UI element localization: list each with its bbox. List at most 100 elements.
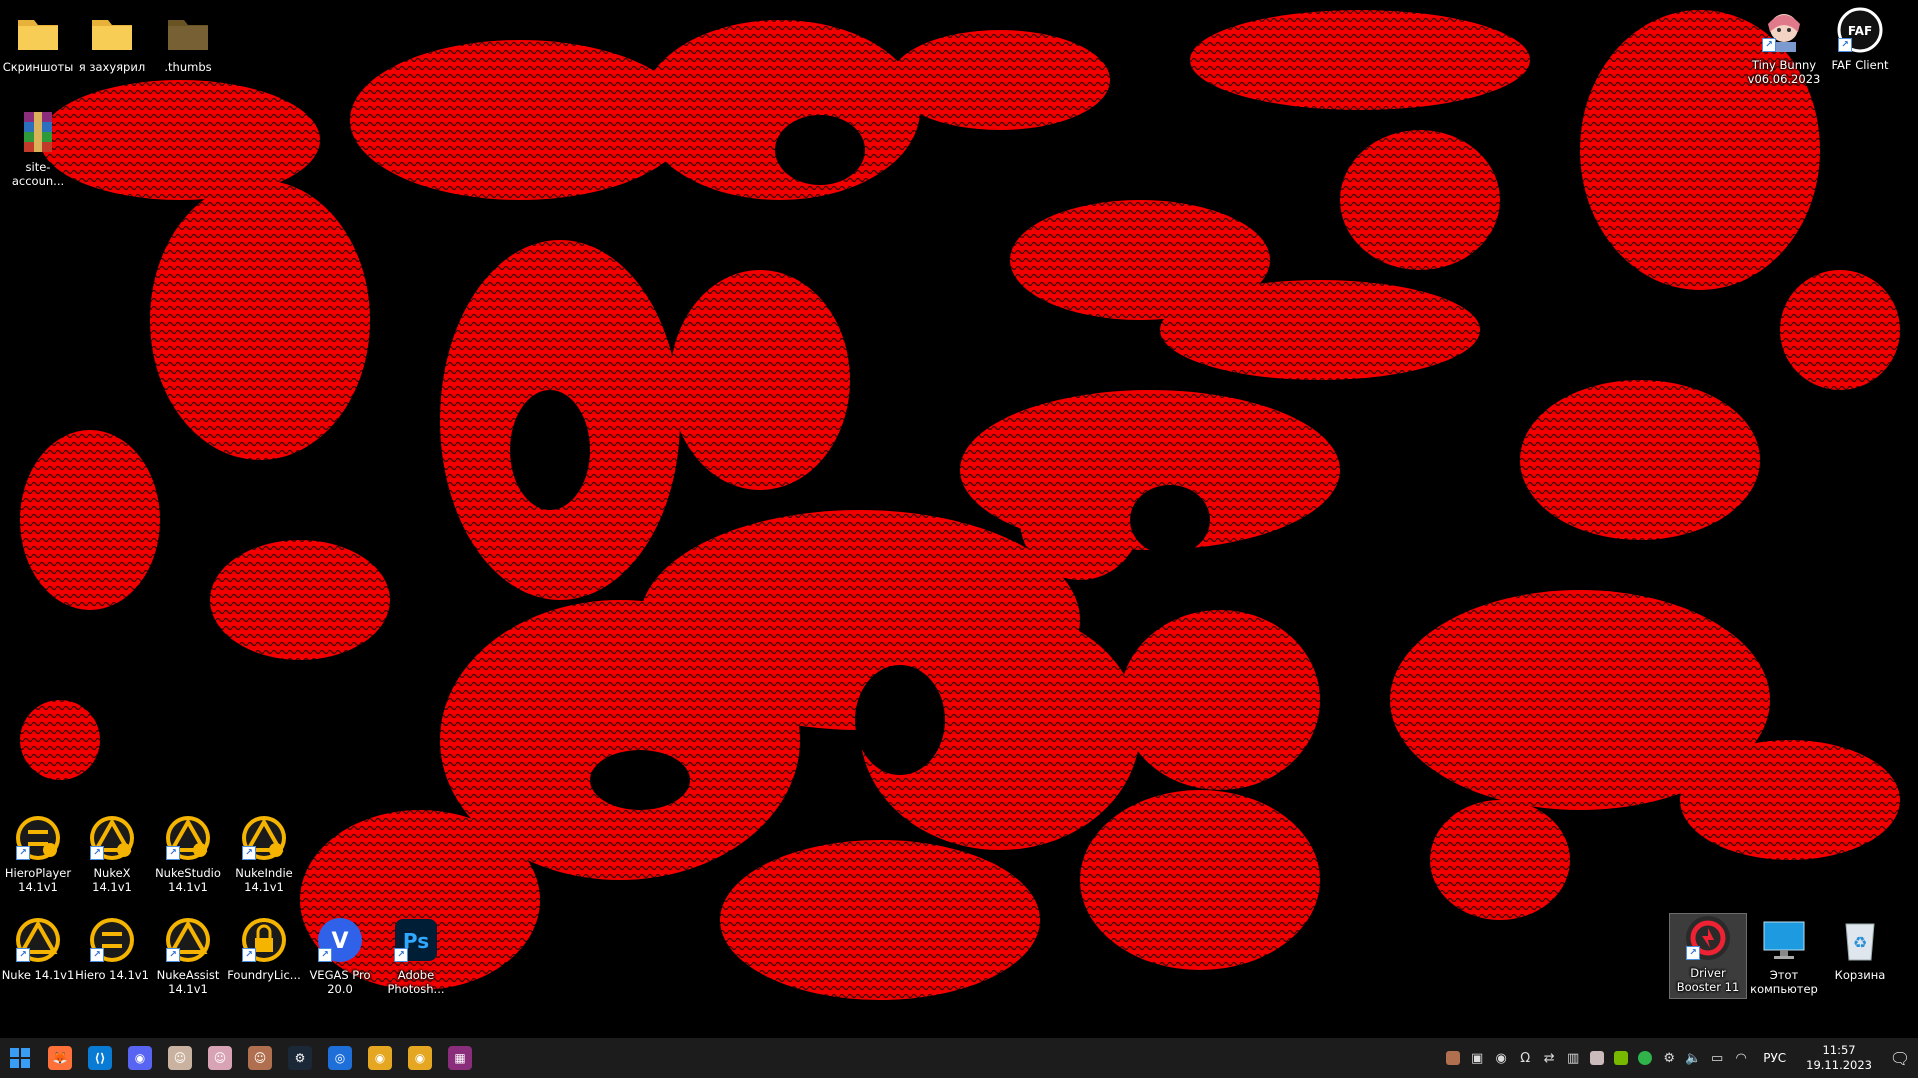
shortcut-arrow-icon: ↗ <box>1762 38 1776 52</box>
tray-app-icon[interactable] <box>1585 1038 1609 1078</box>
shortcut-nukex[interactable]: ↗ NukeX 14.1v1 <box>74 814 150 894</box>
nukex-icon: ↗ <box>88 814 136 862</box>
shortcut-vegas-pro[interactable]: V ↗ VEGAS Pro 20.0 <box>302 916 378 996</box>
shortcut-photoshop[interactable]: Ps ↗ Adobe Photosh... <box>378 916 454 996</box>
language-indicator[interactable]: РУС <box>1753 1051 1796 1065</box>
taskbar-app-app-avatar-1[interactable]: ☺ <box>160 1038 200 1078</box>
shortcut-arrow-icon: ↗ <box>166 948 180 962</box>
folder-screenshots[interactable]: Скриншоты <box>0 8 76 74</box>
taskbar-app-chrome[interactable]: ◉ <box>360 1038 400 1078</box>
icon-label: Driver Booster 11 <box>1676 966 1740 994</box>
steam-icon: ⚙ <box>288 1046 312 1070</box>
tray-steam-icon[interactable]: ⚙ <box>1657 1038 1681 1078</box>
icon-label: Этот компьютер <box>1750 968 1818 996</box>
taskbar-app-capture[interactable]: ◎ <box>320 1038 360 1078</box>
recycle-bin[interactable]: ♻ Корзина <box>1822 916 1898 982</box>
icon-label: NukeAssist 14.1v1 <box>156 968 220 996</box>
notification-center-icon[interactable]: 🗨 <box>1882 1038 1918 1078</box>
shortcut-arrow-icon: ↗ <box>242 948 256 962</box>
folder-icon <box>88 8 136 56</box>
app-avatar-2-icon: ☺ <box>208 1046 232 1070</box>
icon-label: NukeStudio 14.1v1 <box>155 866 221 894</box>
tray-xbox-icon[interactable] <box>1633 1038 1657 1078</box>
icon-label: Nuke 14.1v1 <box>1 968 75 982</box>
shortcut-arrow-icon: ↗ <box>16 948 30 962</box>
folder-zahuyaril[interactable]: я захуярил <box>74 8 150 74</box>
photoshop-icon: Ps ↗ <box>392 916 440 964</box>
taskbar-app-discord[interactable]: ◉ <box>120 1038 160 1078</box>
icon-label: FoundryLic... <box>227 968 301 982</box>
shortcut-hiero[interactable]: ↗ Hiero 14.1v1 <box>74 916 150 982</box>
battery-icon[interactable]: ▭ <box>1705 1038 1729 1078</box>
clock-time: 11:57 <box>1822 1043 1856 1057</box>
icon-label: FAF Client <box>1831 58 1889 72</box>
tray-avatar-icon[interactable] <box>1441 1038 1465 1078</box>
app-avatar-1-icon: ☺ <box>168 1046 192 1070</box>
hiero-icon: ↗ <box>88 916 136 964</box>
taskbar-app-app-avatar-2[interactable]: ☺ <box>200 1038 240 1078</box>
folder-icon <box>14 8 62 56</box>
hieroplayer-icon: ↗ <box>14 814 62 862</box>
shortcut-arrow-icon: ↗ <box>90 948 104 962</box>
taskbar-app-chrome-2[interactable]: ◉ <box>400 1038 440 1078</box>
this-pc[interactable]: Этот компьютер <box>1746 916 1822 996</box>
chrome-icon: ◉ <box>368 1046 392 1070</box>
tray-audio-mixer-icon[interactable]: ▥ <box>1561 1038 1585 1078</box>
shortcut-nukeindie[interactable]: ↗ NukeIndie 14.1v1 <box>226 814 302 894</box>
taskbar-app-firefox[interactable]: 🦊 <box>40 1038 80 1078</box>
tray-discord-icon[interactable]: ◉ <box>1489 1038 1513 1078</box>
shortcut-tiny-bunny[interactable]: ↗ Tiny Bunny v06.06.2023 <box>1746 6 1822 86</box>
capture-icon: ◎ <box>328 1046 352 1070</box>
svg-text:♻: ♻ <box>1853 933 1867 952</box>
vscode-icon: ⟨⟩ <box>88 1046 112 1070</box>
shortcut-nuke[interactable]: ↗ Nuke 14.1v1 <box>0 916 76 982</box>
icon-label: NukeX 14.1v1 <box>92 866 132 894</box>
icon-label: Adobe Photosh... <box>387 968 445 996</box>
tray-n-icon[interactable]: Ω <box>1513 1038 1537 1078</box>
shortcut-faf-client[interactable]: FAF ↗ FAF Client <box>1822 6 1898 72</box>
taskbar-app-vscode[interactable]: ⟨⟩ <box>80 1038 120 1078</box>
clock-date: 19.11.2023 <box>1806 1058 1872 1072</box>
winrar-icon: ▦ <box>448 1046 472 1070</box>
firefox-icon: 🦊 <box>48 1046 72 1070</box>
shortcut-driver-booster[interactable]: ↗ Driver Booster 11 <box>1669 913 1747 999</box>
chrome-2-icon: ◉ <box>408 1046 432 1070</box>
vegas-icon: V ↗ <box>316 916 364 964</box>
wifi-icon[interactable]: ◠ <box>1729 1038 1753 1078</box>
tray-capture-icon[interactable]: ▣ <box>1465 1038 1489 1078</box>
taskbar-app-steam[interactable]: ⚙ <box>280 1038 320 1078</box>
folder-thumbs[interactable]: .thumbs <box>150 8 226 74</box>
nuke-icon: ↗ <box>14 916 62 964</box>
clock[interactable]: 11:57 19.11.2023 <box>1796 1043 1882 1073</box>
shortcut-foundry-licensing[interactable]: ↗ FoundryLic... <box>226 916 302 982</box>
faf-logo-icon: FAF ↗ <box>1836 6 1884 54</box>
shortcut-arrow-icon: ↗ <box>1838 38 1852 52</box>
icon-label: Hiero 14.1v1 <box>75 968 149 982</box>
icon-label: VEGAS Pro 20.0 <box>309 968 371 996</box>
taskbar-app-app-avatar-3[interactable]: ☺ <box>240 1038 280 1078</box>
shortcut-hieroplayer[interactable]: ↗ HieroPlayer 14.1v1 <box>0 814 76 894</box>
shortcut-nukestudio[interactable]: ↗ NukeStudio 14.1v1 <box>150 814 226 894</box>
app-avatar-3-icon: ☺ <box>248 1046 272 1070</box>
driver-booster-icon: ↗ <box>1684 914 1732 962</box>
nukeassist-icon: ↗ <box>164 916 212 964</box>
file-site-accounts[interactable]: site-accoun... <box>0 108 76 188</box>
tiny-bunny-icon: ↗ <box>1760 6 1808 54</box>
windows-logo-icon <box>10 1048 30 1068</box>
recycle-bin-icon: ♻ <box>1836 916 1884 964</box>
shortcut-arrow-icon: ↗ <box>242 846 256 860</box>
nukeindie-icon: ↗ <box>240 814 288 862</box>
shortcut-nukeassist[interactable]: ↗ NukeAssist 14.1v1 <box>150 916 226 996</box>
tray-nvidia-icon[interactable] <box>1609 1038 1633 1078</box>
svg-text:FAF: FAF <box>1848 24 1872 38</box>
foundry-license-lock-icon: ↗ <box>240 916 288 964</box>
shortcut-arrow-icon: ↗ <box>166 846 180 860</box>
volume-icon[interactable]: 🔈 <box>1681 1038 1705 1078</box>
shortcut-arrow-icon: ↗ <box>1686 946 1700 960</box>
start-button[interactable] <box>0 1038 40 1078</box>
tray-sync-icon[interactable]: ⇄ <box>1537 1038 1561 1078</box>
icon-label: NukeIndie 14.1v1 <box>235 866 293 894</box>
taskbar-app-winrar[interactable]: ▦ <box>440 1038 480 1078</box>
icon-label: site-accoun... <box>11 160 65 188</box>
discord-icon: ◉ <box>128 1046 152 1070</box>
